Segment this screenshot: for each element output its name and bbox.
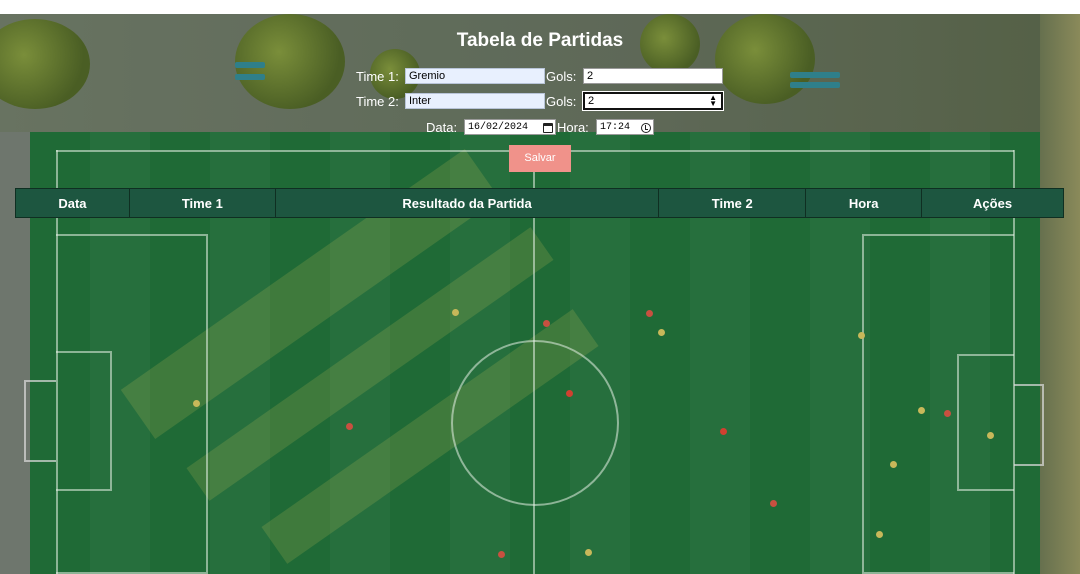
time1-label: Time 1: [356, 69, 399, 84]
page-title: Tabela de Partidas [456, 30, 624, 51]
gols2-input[interactable]: 2 ▲ ▼ [582, 91, 724, 111]
hora-value: 17:24 [600, 122, 631, 133]
table-header-row: Data Time 1 Resultado da Partida Time 2 … [15, 188, 1064, 218]
spinner-icon[interactable]: ▲ ▼ [709, 94, 717, 108]
data-value: 16/02/2024 [468, 122, 529, 133]
time2-input[interactable]: Inter [405, 93, 545, 109]
gols2-value: 2 [588, 95, 595, 107]
data-label: Data: [426, 120, 458, 135]
data-input[interactable]: 16/02/2024 [464, 119, 556, 135]
column-header-time1: Time 1 [128, 188, 276, 218]
time2-label: Time 2: [356, 94, 399, 109]
clock-icon[interactable] [641, 123, 651, 133]
save-button[interactable]: Salvar [509, 145, 571, 172]
hora-label: Hora: [557, 120, 589, 135]
hora-input[interactable]: 17:24 [596, 119, 654, 135]
page-content: Tabela de Partidas Time 1: Gremio Gols: … [0, 0, 1080, 574]
column-header-acoes: Ações [921, 188, 1064, 218]
matches-table: Data Time 1 Resultado da Partida Time 2 … [15, 188, 1064, 218]
column-header-resultado: Resultado da Partida [274, 188, 660, 218]
gols2-label: Gols: [546, 94, 577, 109]
time1-input[interactable]: Gremio [405, 68, 545, 84]
gols1-label: Gols: [546, 69, 577, 84]
calendar-icon[interactable] [543, 123, 553, 133]
column-header-time2: Time 2 [658, 188, 807, 218]
gols1-input[interactable]: 2 [583, 68, 723, 84]
column-header-data: Data [15, 188, 130, 218]
column-header-hora: Hora [805, 188, 923, 218]
